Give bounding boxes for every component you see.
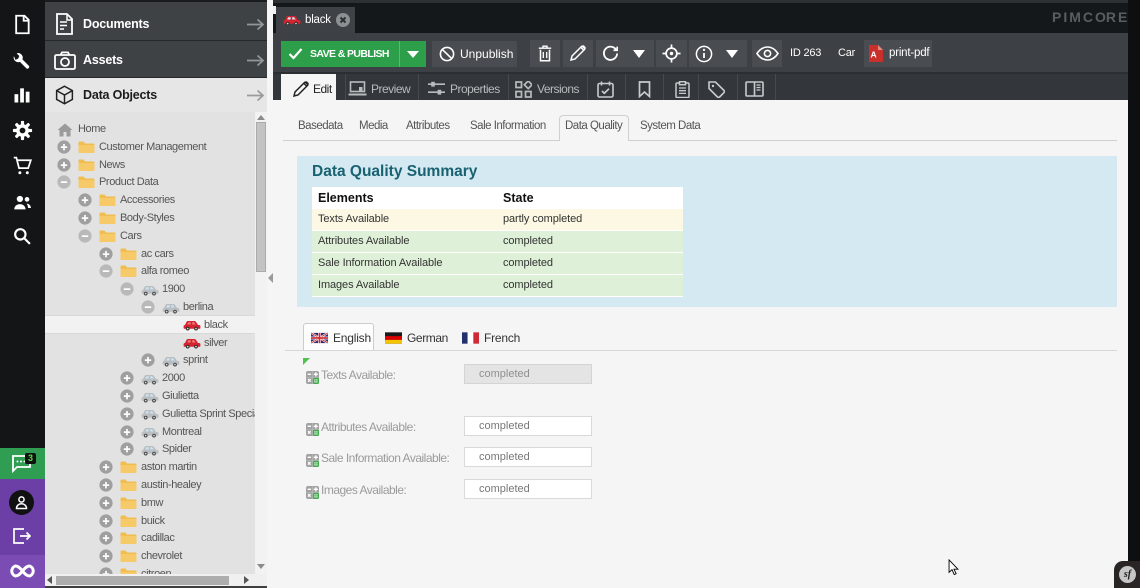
svg-text:A: A <box>871 50 877 60</box>
